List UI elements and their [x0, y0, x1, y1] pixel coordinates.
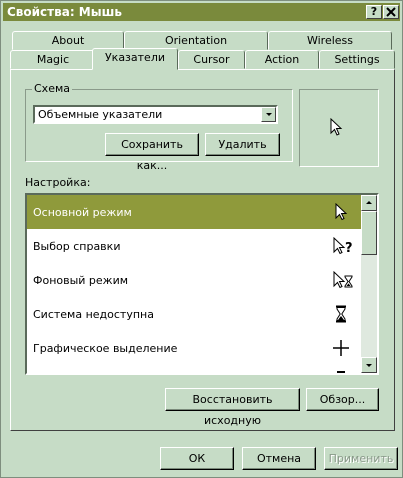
ok-button[interactable]: ОК	[160, 447, 234, 470]
restore-default-button[interactable]: Восстановить исходную	[165, 388, 300, 427]
dropdown-arrow-button[interactable]	[261, 107, 276, 122]
tab-wireless[interactable]: Wireless	[268, 31, 392, 50]
list-item[interactable]: Основной режим	[27, 195, 363, 229]
chevron-up-icon	[366, 201, 372, 204]
mouse-properties-dialog: Свойства: Мышь ? About Orientation Wirel…	[0, 0, 403, 478]
list-item-label: Основной режим	[33, 206, 132, 219]
list-item-label: Графическое выделение	[33, 342, 178, 355]
save-as-button[interactable]: Сохранить как...	[105, 133, 199, 172]
list-item-label: Фоновый режим	[33, 274, 129, 287]
tab-settings[interactable]: Settings	[319, 50, 395, 69]
close-button[interactable]	[383, 5, 399, 19]
list-scrollbar[interactable]	[361, 195, 377, 373]
title-bar: Свойства: Мышь ?	[3, 3, 400, 21]
close-icon	[386, 7, 396, 17]
tab-pointers[interactable]: Указатели	[92, 48, 178, 70]
scroll-thumb[interactable]	[361, 211, 377, 255]
pointer-list[interactable]: Основной режим Выбор справки ? Фоновый р…	[25, 193, 379, 375]
chevron-down-icon	[266, 113, 272, 116]
help-select-cursor-icon: ?	[333, 237, 353, 255]
cursor-preview-box	[299, 89, 379, 167]
chevron-down-icon	[366, 364, 372, 367]
customize-label: Настройка:	[25, 176, 91, 189]
list-item-label: Выбор справки	[33, 240, 121, 253]
tab-cursor[interactable]: Cursor	[178, 50, 245, 69]
delete-button[interactable]: Удалить	[205, 133, 280, 156]
scroll-up-button[interactable]	[361, 195, 377, 211]
cancel-button[interactable]: Отмена	[242, 447, 316, 470]
working-in-background-cursor-icon	[333, 271, 353, 289]
scroll-down-button[interactable]	[361, 357, 377, 373]
list-item-label: Система недоступна	[33, 308, 154, 321]
help-button[interactable]: ?	[366, 5, 382, 19]
list-item[interactable]: Система недоступна	[27, 297, 363, 331]
scheme-dropdown-value: Объемные указатели	[38, 108, 163, 121]
svg-text:?: ?	[345, 241, 353, 255]
tab-magic[interactable]: Magic	[10, 50, 96, 69]
list-item[interactable]: Выбор справки ?	[27, 229, 363, 263]
tab-action[interactable]: Action	[245, 50, 319, 69]
list-item[interactable]: Фоновый режим	[27, 263, 363, 297]
precision-select-cursor-icon	[333, 340, 349, 356]
busy-hourglass-cursor-icon	[336, 305, 346, 323]
apply-button[interactable]: Применить	[324, 447, 398, 470]
scheme-group-label: Схема	[32, 82, 72, 95]
window-title: Свойства: Мышь	[7, 5, 122, 19]
scheme-dropdown[interactable]: Объемные указатели	[33, 105, 278, 124]
arrow-cursor-icon	[335, 203, 348, 221]
list-item[interactable]: Графическое выделение	[27, 331, 363, 365]
browse-button[interactable]: Обзор...	[306, 388, 379, 411]
arrow-cursor-icon	[330, 118, 343, 136]
next-item-glimpse	[337, 371, 345, 373]
